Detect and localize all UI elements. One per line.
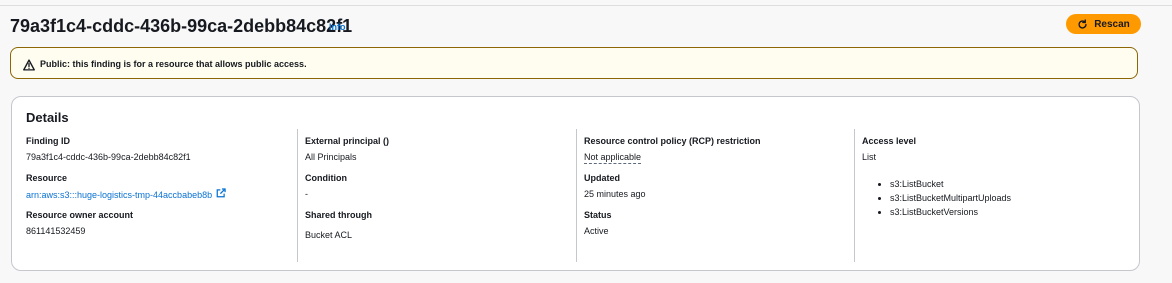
details-column-4: Access level List s3:ListBucket s3:ListB… [854, 129, 1124, 262]
finding-id-label: Finding ID [26, 136, 70, 146]
details-column-1: Finding ID 79a3f1c4-cddc-436b-99ca-2debb… [26, 129, 296, 262]
resource-label: Resource [26, 173, 68, 183]
list-item: s3:ListBucket [890, 177, 1011, 191]
access-level-value: List [862, 152, 877, 162]
rescan-button[interactable]: Rescan [1066, 14, 1141, 34]
rescan-label: Rescan [1094, 18, 1130, 30]
details-panel: Details Finding ID 79a3f1c4-cddc-436b-99… [11, 96, 1140, 271]
details-column-3: Resource control policy (RCP) restrictio… [576, 129, 854, 262]
external-principal-label: External principal () [305, 136, 390, 146]
shared-through-value: Bucket ACL [305, 230, 353, 240]
access-level-label: Access level [862, 136, 917, 146]
condition-field: Condition - [305, 172, 347, 200]
resource-link[interactable]: arn:aws:s3:::huge-logistics-tmp-44accbab… [26, 188, 226, 201]
rcp-label: Resource control policy (RCP) restrictio… [584, 136, 761, 146]
finding-detail-page: 79a3f1c4-cddc-436b-99ca-2debb84c82f1 Inf… [0, 0, 1172, 283]
top-divider [0, 5, 1172, 6]
warning-icon [23, 58, 35, 71]
condition-label: Condition [305, 173, 347, 183]
access-actions-list: s3:ListBucket s3:ListBucketMultipartUplo… [862, 177, 1011, 219]
list-item: s3:ListBucketVersions [890, 205, 1011, 219]
owner-account-value: 861141532459 [26, 226, 86, 236]
external-link-icon [216, 188, 226, 201]
refresh-icon [1077, 18, 1088, 30]
shared-through-label: Shared through [305, 210, 372, 220]
external-principal-value: All Principals [305, 152, 357, 162]
public-access-alert: Public: this finding is for a resource t… [10, 47, 1138, 79]
list-item: s3:ListBucketMultipartUploads [890, 191, 1011, 205]
page-title: 79a3f1c4-cddc-436b-99ca-2debb84c82f1 [10, 16, 353, 36]
owner-account-label: Resource owner account [26, 210, 134, 220]
alert-text: Public: this finding is for a resource t… [40, 59, 307, 69]
page-header: 79a3f1c4-cddc-436b-99ca-2debb84c82f1 Inf… [10, 14, 1142, 40]
info-link[interactable]: Info [329, 22, 346, 32]
status-label: Status [584, 210, 612, 220]
condition-value: - [305, 189, 308, 199]
finding-id-field: Finding ID 79a3f1c4-cddc-436b-99ca-2debb… [26, 135, 191, 163]
shared-through-field: Shared through Bucket ACL [305, 209, 372, 241]
details-column-2: External principal () All Principals Con… [297, 129, 575, 262]
access-level-field: Access level List s3:ListBucket s3:ListB… [862, 135, 1011, 219]
status-field: Status Active [584, 209, 612, 237]
owner-account-field: Resource owner account 861141532459 [26, 209, 133, 237]
details-title: Details [26, 110, 69, 125]
updated-label: Updated [584, 173, 620, 183]
resource-field: Resource arn:aws:s3:::huge-logistics-tmp… [26, 172, 226, 201]
updated-value: 25 minutes ago [584, 189, 646, 199]
finding-id-value: 79a3f1c4-cddc-436b-99ca-2debb84c82f1 [26, 152, 191, 162]
rcp-value[interactable]: Not applicable [584, 152, 642, 164]
resource-link-text: arn:aws:s3:::huge-logistics-tmp-44accbab… [26, 189, 213, 200]
updated-field: Updated 25 minutes ago [584, 172, 646, 200]
external-principal-field: External principal () All Principals [305, 135, 389, 163]
status-value: Active [584, 226, 609, 236]
rcp-field: Resource control policy (RCP) restrictio… [584, 135, 761, 164]
